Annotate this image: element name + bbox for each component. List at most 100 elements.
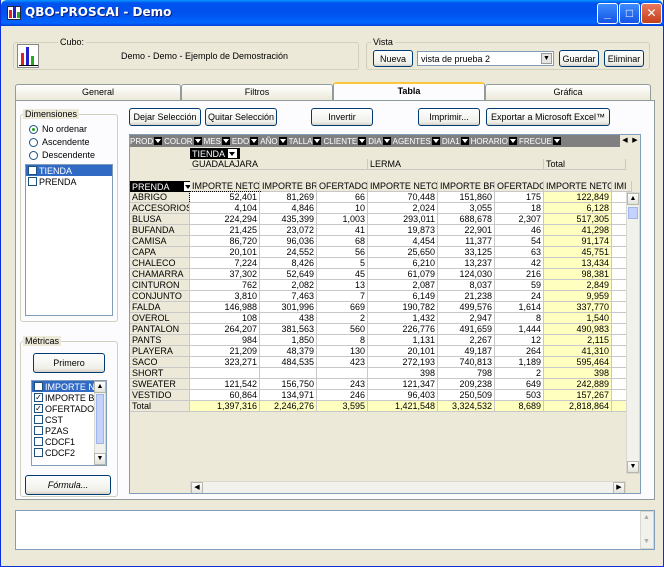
dimension-chip[interactable]: CLIENTE [323, 135, 367, 147]
table-cell[interactable]: 25,650 [368, 247, 438, 258]
table-cell[interactable]: 20,101 [190, 247, 260, 258]
table-cell[interactable]: 56 [317, 247, 368, 258]
table-cell[interactable]: 42 [495, 258, 544, 269]
table-cell[interactable]: 52,649 [260, 269, 317, 280]
chevron-down-icon[interactable] [382, 137, 391, 145]
table-cell[interactable]: 20,101 [368, 346, 438, 357]
table-cell[interactable]: 1,850 [260, 335, 317, 346]
table-cell[interactable]: 12 [495, 335, 544, 346]
metric-column-header[interactable]: IMPORTE NETO [368, 181, 438, 192]
dimension-chip[interactable]: FRECUE [519, 135, 561, 147]
dejar-seleccion-button[interactable]: Dejar Selección [129, 108, 201, 126]
row-header[interactable]: CINTURON [130, 280, 190, 291]
row-header[interactable]: CONJUNTO [130, 291, 190, 302]
table-cell[interactable]: 70,448 [368, 192, 438, 203]
table-cell[interactable]: 13 [317, 280, 368, 291]
title-bar[interactable]: QBO-PROSCAI - Demo _ □ ✕ [1, 0, 663, 26]
chevron-down-icon[interactable]: ▼ [541, 53, 552, 64]
table-cell[interactable]: 41 [317, 225, 368, 236]
metric-column-header[interactable]: IMPORTE BR [438, 181, 495, 192]
checkbox-icon[interactable] [28, 166, 37, 175]
vista-select[interactable]: vista de prueba 2 ▼ [417, 51, 554, 66]
table-cell[interactable]: 595,464 [544, 357, 612, 368]
message-scrollbar[interactable]: ▲ ▼ [640, 511, 654, 549]
table-cell[interactable]: 41,298 [544, 225, 612, 236]
table-cell[interactable]: 146,988 [190, 302, 260, 313]
table-cell[interactable]: 1,003 [317, 214, 368, 225]
table-cell[interactable]: 9,959 [544, 291, 612, 302]
table-cell[interactable]: 491,659 [438, 324, 495, 335]
metric-column-header[interactable]: IMI [612, 181, 632, 192]
table-cell[interactable]: 250,509 [438, 390, 495, 401]
table-cell[interactable]: 91,174 [544, 236, 612, 247]
table-cell[interactable]: 517,305 [544, 214, 612, 225]
table-cell[interactable]: 1,432 [368, 313, 438, 324]
metric-column-header[interactable]: OFERTADO [495, 181, 544, 192]
table-cell[interactable]: 60,864 [190, 390, 260, 401]
table-cell[interactable]: 216 [495, 269, 544, 280]
dimension-item-tienda[interactable]: TIENDA [26, 165, 112, 176]
row-header[interactable]: PLAYERA [130, 346, 190, 357]
table-cell[interactable]: 4,104 [190, 203, 260, 214]
metricas-list[interactable]: ✓ IMPORTE NE ✓ IMPORTE BR ✓ OFERTADO CST PZAS CD… [31, 380, 107, 466]
chevron-down-icon[interactable] [460, 137, 469, 145]
table-cell[interactable]: 398 [544, 368, 612, 379]
exportar-excel-button[interactable]: Exportar a Microsoft Excel™ [486, 108, 610, 126]
row-header[interactable]: CHALECO [130, 258, 190, 269]
table-cell[interactable]: 5 [317, 258, 368, 269]
scroll-down-icon[interactable]: ▼ [627, 461, 639, 473]
table-cell[interactable]: 398 [368, 368, 438, 379]
table-cell[interactable]: 121,347 [368, 379, 438, 390]
table-cell[interactable]: 2,307 [495, 214, 544, 225]
dimension-item-prenda[interactable]: PRENDA [26, 176, 112, 187]
row-header[interactable]: OVEROL [130, 313, 190, 324]
table-cell[interactable]: 4,454 [368, 236, 438, 247]
table-cell[interactable]: 1,421,548 [368, 401, 438, 412]
table-cell[interactable]: 1,444 [495, 324, 544, 335]
table-cell[interactable]: 68 [317, 236, 368, 247]
invertir-button[interactable]: Invertir [311, 108, 373, 126]
row-header[interactable]: CHAMARRA [130, 269, 190, 280]
table-cell[interactable]: 175 [495, 192, 544, 203]
table-cell[interactable]: 2,246,276 [260, 401, 317, 412]
row-header[interactable]: ABRIGO [130, 192, 190, 203]
table-cell[interactable]: 3,810 [190, 291, 260, 302]
table-cell[interactable]: 157,267 [544, 390, 612, 401]
table-cell[interactable]: 2 [495, 368, 544, 379]
table-cell[interactable]: 2,082 [260, 280, 317, 291]
primero-button[interactable]: Primero [33, 353, 105, 373]
column-dimension-header[interactable]: TIENDA [190, 148, 240, 159]
table-cell[interactable]: 323,271 [190, 357, 260, 368]
dimensiones-list[interactable]: TIENDA PRENDA [25, 164, 113, 316]
table-cell[interactable]: 81,269 [260, 192, 317, 203]
table-cell[interactable]: 21,425 [190, 225, 260, 236]
table-cell[interactable]: 37,302 [190, 269, 260, 280]
table-cell[interactable]: 130 [317, 346, 368, 357]
dimension-chip[interactable]: PROD [130, 135, 163, 147]
table-cell[interactable]: 301,996 [260, 302, 317, 313]
table-cell[interactable]: 46 [495, 225, 544, 236]
table-cell[interactable]: 272,193 [368, 357, 438, 368]
radio-descendente[interactable]: Descendente [29, 150, 95, 160]
row-header[interactable]: Total [130, 401, 190, 412]
table-cell[interactable]: 54 [495, 236, 544, 247]
table-cell[interactable]: 10 [317, 203, 368, 214]
radio-ascendente[interactable]: Ascendente [29, 137, 90, 147]
table-cell[interactable]: 122,849 [544, 192, 612, 203]
scroll-up-icon[interactable]: ▲ [94, 381, 106, 393]
table-cell[interactable]: 435,399 [260, 214, 317, 225]
tab-general[interactable]: General [15, 84, 181, 100]
row-header[interactable]: BUFANDA [130, 225, 190, 236]
table-cell[interactable]: 2,115 [544, 335, 612, 346]
quitar-seleccion-button[interactable]: Quitar Selección [205, 108, 277, 126]
table-cell[interactable]: 293,011 [368, 214, 438, 225]
table-cell[interactable]: 2,087 [368, 280, 438, 291]
scroll-thumb[interactable] [628, 207, 638, 219]
pivot-grid[interactable]: PROD COLOR MES EDO AÑO TALLA CLIENTE DIA AGENTES… [129, 134, 641, 494]
table-cell[interactable]: 381,563 [260, 324, 317, 335]
row-header[interactable]: SWEATER [130, 379, 190, 390]
table-cell[interactable] [317, 368, 368, 379]
table-cell[interactable]: 246 [317, 390, 368, 401]
dimension-chip[interactable]: COLOR [164, 135, 202, 147]
chevron-down-icon[interactable] [154, 137, 163, 145]
